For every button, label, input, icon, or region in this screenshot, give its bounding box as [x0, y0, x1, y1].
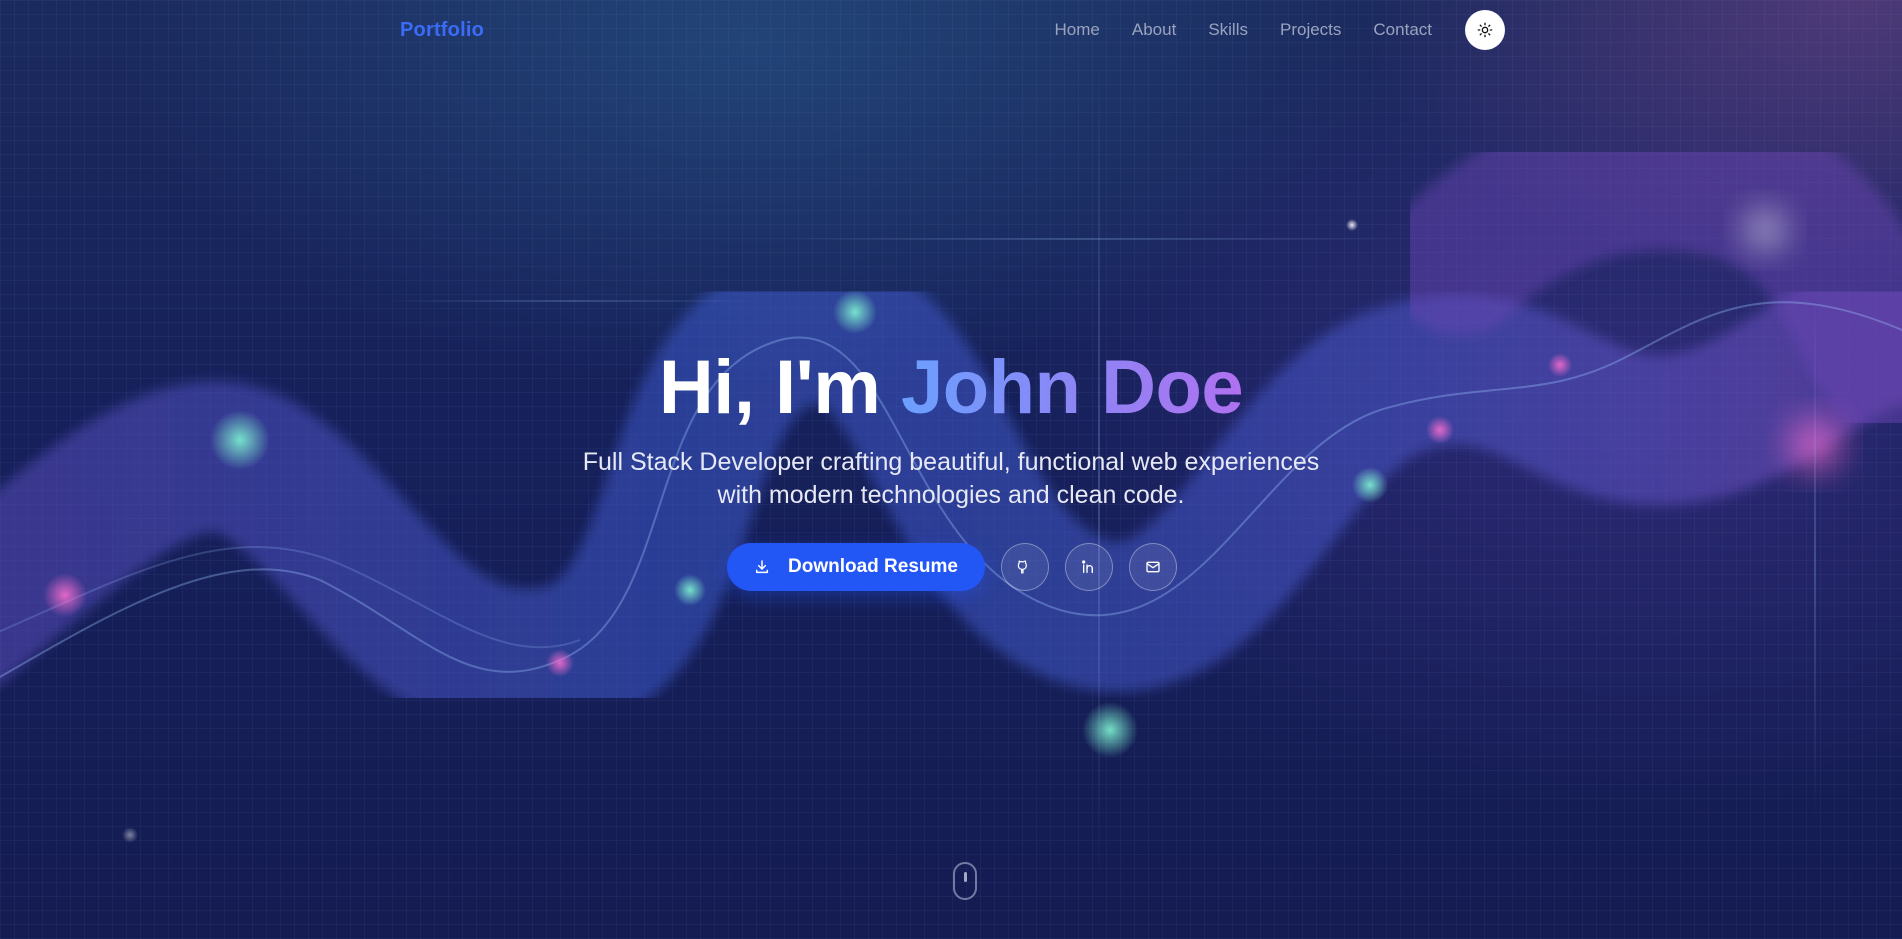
sun-icon — [1477, 22, 1493, 38]
hero-subtitle: Full Stack Developer crafting beautiful,… — [551, 446, 1351, 512]
linkedin-button[interactable] — [1065, 543, 1113, 591]
hero-title: Hi, I'm John Doe — [0, 343, 1902, 433]
theme-toggle-button[interactable] — [1465, 10, 1505, 50]
linkedin-icon — [1082, 560, 1093, 573]
brand-logo[interactable]: Portfolio — [400, 19, 484, 42]
nav-link-projects[interactable]: Projects — [1280, 20, 1341, 40]
light-flare — [780, 238, 1400, 240]
mail-icon — [1146, 561, 1160, 573]
hero-actions: Download Resume — [727, 543, 1177, 591]
nav-link-home[interactable]: Home — [1055, 20, 1100, 40]
hero-subtitle-line: with modern technologies and clean code. — [717, 481, 1185, 509]
hero-name: John Doe — [900, 345, 1244, 430]
nav-link-skills[interactable]: Skills — [1208, 20, 1248, 40]
nav-links: Home About Skills Projects Contact — [1055, 20, 1432, 40]
nav-link-about[interactable]: About — [1132, 20, 1176, 40]
download-resume-label: Download Resume — [788, 556, 958, 577]
light-flare — [380, 300, 760, 302]
mouse-scroll-icon[interactable] — [953, 862, 977, 900]
scroll-wheel — [964, 872, 967, 882]
hero-subtitle-line: Full Stack Developer crafting beautiful,… — [582, 448, 1320, 476]
github-icon — [1017, 560, 1027, 574]
download-resume-button[interactable]: Download Resume — [727, 543, 985, 591]
download-icon — [754, 559, 770, 575]
email-button[interactable] — [1129, 543, 1177, 591]
github-button[interactable] — [1001, 543, 1049, 591]
hero-greeting: Hi, I'm — [658, 345, 881, 430]
top-nav: Portfolio Home About Skills Projects Con… — [400, 0, 1505, 60]
hero-section: Portfolio Home About Skills Projects Con… — [0, 0, 1902, 939]
nav-link-contact[interactable]: Contact — [1373, 20, 1432, 40]
